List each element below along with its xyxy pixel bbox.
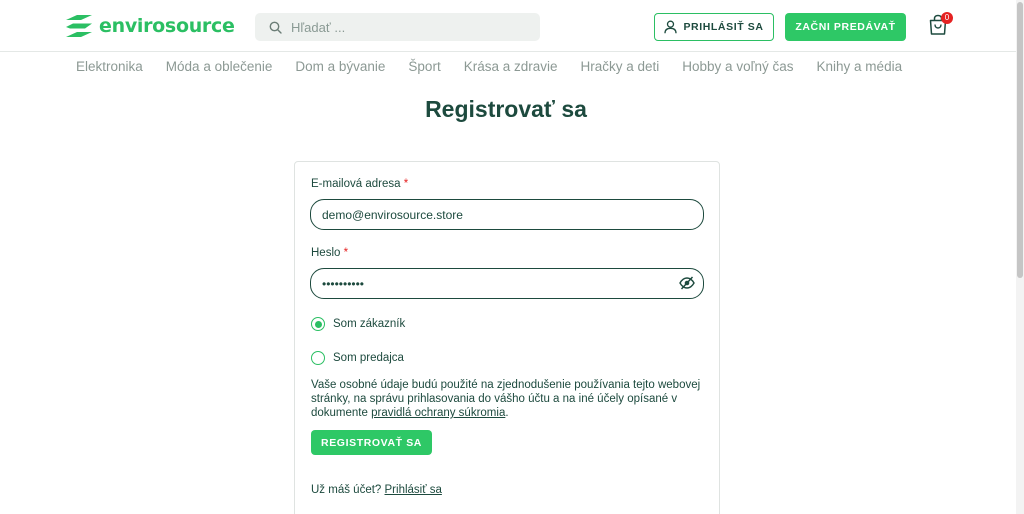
- page-scrollbar[interactable]: [1016, 0, 1024, 514]
- brand-name: envirosource: [99, 15, 235, 37]
- role-seller-radio[interactable]: Som predajca: [311, 351, 404, 365]
- site-header: envirosource PRIHLÁSIŤ SA ZAČNI PREDÁVAŤ…: [0, 0, 1016, 52]
- required-marker: *: [403, 178, 409, 190]
- privacy-end: .: [505, 407, 509, 419]
- role-customer-label: Som zákazník: [333, 318, 406, 330]
- have-account-prompt: Už máš účet? Prihlásiť sa: [311, 484, 442, 496]
- register-button[interactable]: REGISTROVAŤ SA: [311, 430, 432, 455]
- eye-slash-icon[interactable]: [679, 276, 695, 290]
- category-fashion[interactable]: Móda a oblečenie: [166, 59, 273, 74]
- cart-button[interactable]: 0: [928, 12, 953, 38]
- role-seller-label: Som predajca: [333, 352, 404, 364]
- login-button[interactable]: PRIHLÁSIŤ SA: [654, 13, 774, 41]
- category-home[interactable]: Dom a bývanie: [295, 59, 385, 74]
- registration-form: E-mailová adresa * Heslo * Som zákazník …: [294, 161, 720, 514]
- email-label: E-mailová adresa *: [311, 178, 408, 190]
- search-icon: [269, 21, 282, 34]
- required-marker: *: [343, 247, 349, 259]
- privacy-notice: Vaše osobné údaje budú použité na zjedno…: [311, 378, 706, 420]
- role-customer-radio[interactable]: Som zákazník: [311, 317, 405, 331]
- category-hobby[interactable]: Hobby a voľný čas: [682, 59, 793, 74]
- start-selling-button[interactable]: ZAČNI PREDÁVAŤ: [785, 13, 906, 41]
- have-account-text: Už máš účet?: [311, 484, 382, 496]
- email-label-text: E-mailová adresa: [311, 178, 401, 190]
- search-bar[interactable]: [255, 13, 540, 41]
- category-electronics[interactable]: Elektronika: [76, 59, 143, 74]
- password-label: Heslo *: [311, 247, 348, 259]
- user-icon: [664, 20, 678, 34]
- category-sport[interactable]: Šport: [408, 59, 440, 74]
- login-link[interactable]: Prihlásiť sa: [385, 484, 442, 496]
- category-nav: Elektronika Móda a oblečenie Dom a bývan…: [76, 59, 925, 74]
- logo-icon: [66, 15, 92, 37]
- search-input[interactable]: [291, 19, 521, 35]
- page-title: Registrovať sa: [425, 96, 587, 122]
- radio-unchecked-icon: [311, 351, 325, 365]
- privacy-policy-link[interactable]: pravidlá ochrany súkromia: [371, 407, 505, 419]
- brand-logo[interactable]: envirosource: [64, 14, 235, 38]
- start-selling-label: ZAČNI PREDÁVAŤ: [795, 21, 896, 33]
- cart-count-badge: 0: [941, 12, 953, 24]
- password-field-wrapper: [310, 268, 704, 299]
- category-toys[interactable]: Hračky a deti: [581, 59, 660, 74]
- password-field[interactable]: [322, 276, 662, 291]
- register-button-label: REGISTROVAŤ SA: [321, 436, 422, 449]
- email-field[interactable]: [322, 207, 662, 222]
- email-field-wrapper: [310, 199, 704, 230]
- category-beauty[interactable]: Krása a zdravie: [464, 59, 558, 74]
- category-books[interactable]: Knihy a média: [817, 59, 903, 74]
- scrollbar-thumb[interactable]: [1017, 2, 1023, 278]
- radio-checked-icon: [311, 317, 325, 331]
- password-label-text: Heslo: [311, 247, 341, 259]
- login-button-label: PRIHLÁSIŤ SA: [683, 21, 764, 33]
